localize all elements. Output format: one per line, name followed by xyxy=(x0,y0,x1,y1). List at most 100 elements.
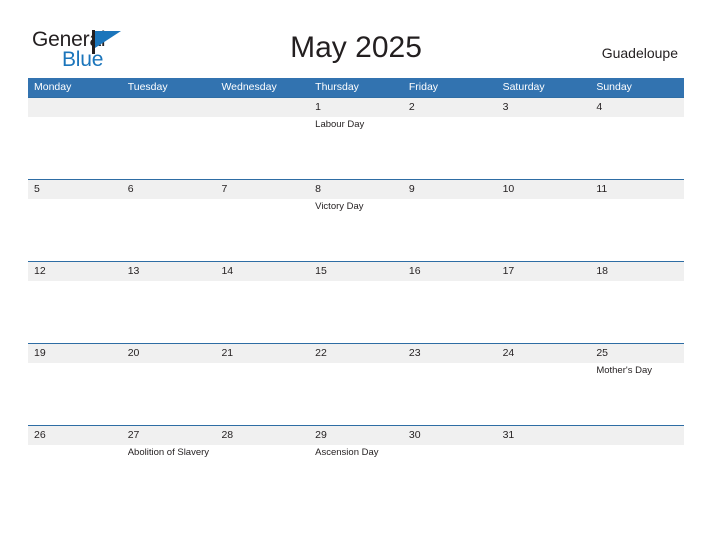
day-number: 31 xyxy=(502,429,515,441)
day-cell[interactable]: 22 xyxy=(309,344,403,425)
day-band xyxy=(28,180,122,199)
day-event: Abolition of Slavery xyxy=(127,447,210,458)
day-band xyxy=(121,98,216,117)
day-cell[interactable]: 27 Abolition of Slavery xyxy=(121,426,216,507)
day-band xyxy=(590,98,685,117)
day-number: 14 xyxy=(221,265,234,277)
weekday-sunday: Sunday xyxy=(596,81,632,93)
day-number: 5 xyxy=(34,183,40,195)
day-cell[interactable]: 26 xyxy=(28,426,122,507)
day-number: 26 xyxy=(34,429,46,441)
day-number: 22 xyxy=(315,347,327,359)
day-number: 20 xyxy=(127,347,140,359)
day-cell[interactable]: 2 xyxy=(402,98,497,179)
day-number: 12 xyxy=(34,265,46,277)
day-number: 10 xyxy=(502,183,515,195)
week-row: 26 27 Abolition of Slavery 28 29 Ascensi… xyxy=(28,425,685,507)
weekday-saturday: Saturday xyxy=(502,81,545,93)
day-cell[interactable]: 29 Ascension Day xyxy=(309,426,403,507)
day-event: Ascension Day xyxy=(315,447,379,458)
day-cell[interactable]: 14 xyxy=(215,262,310,343)
day-cell[interactable] xyxy=(121,98,216,179)
day-number: 17 xyxy=(502,265,515,277)
weekday-friday: Friday xyxy=(408,81,439,93)
weekday-wednesday: Wednesday xyxy=(221,81,277,93)
day-cell[interactable]: 25 Mother's Day xyxy=(590,344,685,425)
week-row: 19 20 21 22 23 24 25 Mother's Day xyxy=(28,343,685,425)
day-cell[interactable]: 9 xyxy=(402,180,497,261)
day-cell[interactable]: 5 xyxy=(28,180,122,261)
day-number: 25 xyxy=(596,347,608,359)
day-number: 29 xyxy=(315,429,327,441)
day-number: 13 xyxy=(127,265,140,277)
day-band xyxy=(215,98,310,117)
week-row: 12 13 14 15 16 17 18 xyxy=(28,261,685,343)
day-event: Victory Day xyxy=(315,201,364,212)
day-number: 27 xyxy=(127,429,140,441)
day-number: 9 xyxy=(408,183,415,195)
day-number: 19 xyxy=(34,347,46,359)
week-row: 1 Labour Day 2 3 4 xyxy=(28,97,685,179)
day-cell[interactable]: 13 xyxy=(121,262,216,343)
day-cell[interactable]: 11 xyxy=(590,180,685,261)
day-cell[interactable]: 1 Labour Day xyxy=(309,98,403,179)
day-cell[interactable]: 23 xyxy=(402,344,497,425)
calendar-page: General Blue May 2025 Guadeloupe Monday … xyxy=(0,0,712,550)
day-number: 28 xyxy=(221,429,234,441)
day-band xyxy=(309,180,403,199)
day-number: 2 xyxy=(408,101,415,113)
day-number: 30 xyxy=(408,429,421,441)
day-band xyxy=(496,98,591,117)
day-cell[interactable]: 30 xyxy=(402,426,497,507)
day-number: 23 xyxy=(408,347,421,359)
weekday-monday: Monday xyxy=(34,81,72,93)
day-cell[interactable]: 3 xyxy=(496,98,591,179)
location-label: Guadeloupe xyxy=(601,45,678,61)
day-cell[interactable]: 8 Victory Day xyxy=(309,180,403,261)
day-number: 11 xyxy=(596,183,608,195)
day-cell[interactable]: 31 xyxy=(496,426,591,507)
day-band xyxy=(28,98,122,117)
day-band xyxy=(309,98,403,117)
day-event: Mother's Day xyxy=(596,365,652,376)
day-cell[interactable]: 19 xyxy=(28,344,122,425)
day-cell[interactable]: 28 xyxy=(215,426,310,507)
day-band xyxy=(121,180,216,199)
day-cell[interactable]: 12 xyxy=(28,262,122,343)
day-cell[interactable] xyxy=(590,426,685,507)
day-number: 1 xyxy=(315,101,321,113)
day-cell[interactable]: 21 xyxy=(215,344,310,425)
weekday-header-row: Monday Tuesday Wednesday Thursday Friday… xyxy=(28,78,684,97)
day-cell[interactable] xyxy=(215,98,310,179)
weekday-tuesday: Tuesday xyxy=(127,81,168,93)
day-cell[interactable]: 16 xyxy=(402,262,497,343)
day-number: 4 xyxy=(596,101,603,113)
day-cell[interactable]: 6 xyxy=(121,180,216,261)
day-number: 8 xyxy=(315,183,321,195)
day-band xyxy=(590,426,685,445)
day-cell[interactable]: 7 xyxy=(215,180,310,261)
day-number: 24 xyxy=(502,347,515,359)
calendar-grid: Monday Tuesday Wednesday Thursday Friday… xyxy=(28,78,685,507)
day-band xyxy=(402,98,497,117)
day-cell[interactable]: 18 xyxy=(590,262,685,343)
day-cell[interactable] xyxy=(28,98,122,179)
page-header: General Blue May 2025 Guadeloupe xyxy=(0,0,712,78)
day-cell[interactable]: 17 xyxy=(496,262,591,343)
day-number: 21 xyxy=(221,347,234,359)
day-cell[interactable]: 24 xyxy=(496,344,591,425)
week-row: 5 6 7 8 Victory Day 9 10 11 xyxy=(28,179,685,261)
day-cell[interactable]: 15 xyxy=(309,262,403,343)
day-number: 15 xyxy=(315,265,327,277)
day-cell[interactable]: 10 xyxy=(496,180,591,261)
weekday-thursday: Thursday xyxy=(315,81,359,93)
day-number: 3 xyxy=(502,101,509,113)
day-number: 7 xyxy=(221,183,228,195)
day-band xyxy=(402,180,497,199)
day-cell[interactable]: 20 xyxy=(121,344,216,425)
day-event: Labour Day xyxy=(315,119,365,130)
day-cell[interactable]: 4 xyxy=(590,98,685,179)
day-band xyxy=(215,180,310,199)
day-number: 18 xyxy=(596,265,608,277)
day-number: 6 xyxy=(127,183,134,195)
